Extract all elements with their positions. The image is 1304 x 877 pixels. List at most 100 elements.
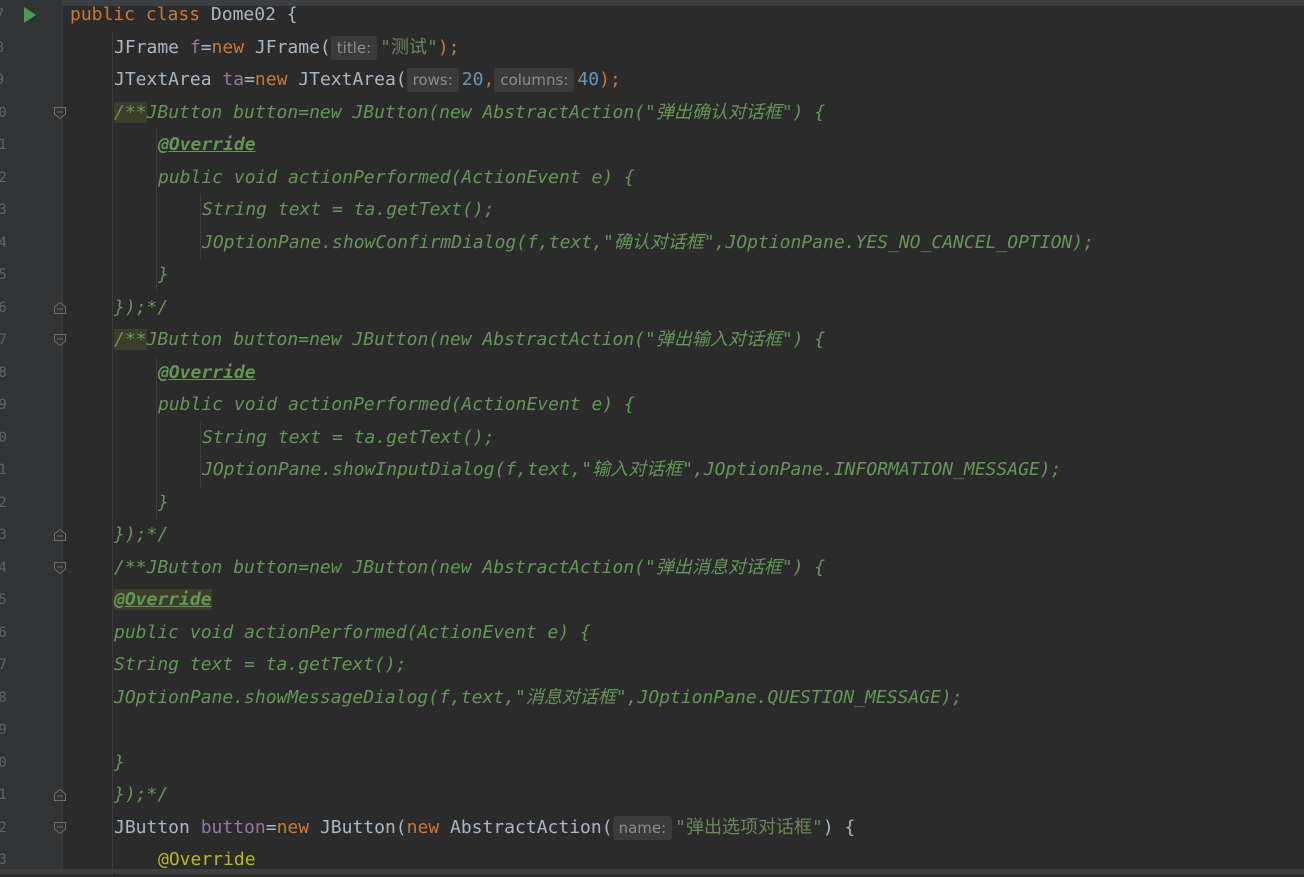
- fold-close-icon[interactable]: [53, 528, 67, 542]
- code-line[interactable]: 21 JOptionPane.showInputDialog(f,text,"输入…: [0, 454, 1304, 486]
- run-icon[interactable]: [24, 7, 36, 23]
- code-text[interactable]: }: [114, 747, 125, 779]
- code-line[interactable]: 27 String text = ta.getText();: [0, 649, 1304, 681]
- code-token: JButton: [114, 816, 201, 838]
- code-line[interactable]: 19 public void actionPerformed(ActionEven…: [0, 389, 1304, 421]
- code-token: "测试": [380, 36, 438, 58]
- code-token: JOptionPane.showMessageDialog(f,text,"消息…: [114, 686, 963, 708]
- fold-close-icon[interactable]: [53, 788, 67, 802]
- code-text[interactable]: public void actionPerformed(ActionEvent …: [114, 617, 591, 649]
- code-text[interactable]: JTextArea ta=new JTextArea(rows: 20, colum…: [114, 64, 621, 96]
- line-number: 21: [0, 462, 7, 478]
- code-token: String text = ta.getText();: [114, 654, 407, 675]
- code-text[interactable]: JOptionPane.showConfirmDialog(f,text,"确认…: [202, 227, 1094, 259]
- fold-close-icon[interactable]: [53, 301, 67, 315]
- code-text[interactable]: });*/: [114, 292, 168, 324]
- code-text[interactable]: }: [158, 487, 169, 519]
- code-token: Dome02 {: [210, 4, 298, 25]
- code-token: /**JButton button=new JButton(new Abstra…: [114, 556, 826, 578]
- code-text[interactable]: JButton button=new JButton(new AbstractA…: [114, 812, 855, 844]
- code-token: JButton button=new JButton(new AbstractA…: [146, 101, 826, 123]
- code-line[interactable]: 9 JTextArea ta=new JTextArea(rows:20,colu…: [0, 64, 1304, 96]
- code-line[interactable]: 7 public class Dome02 {: [0, 0, 1304, 31]
- code-line[interactable]: 22}: [0, 487, 1304, 519]
- code-token: AbstractAction(: [450, 816, 613, 838]
- code-token: }: [158, 264, 169, 285]
- fold-open-icon[interactable]: [53, 333, 67, 347]
- code-text[interactable]: /**JButton button=new JButton(new Abstra…: [114, 552, 825, 584]
- code-token: });*/: [114, 524, 169, 545]
- code-token: );: [599, 69, 621, 90]
- code-token: =: [244, 69, 255, 90]
- code-text[interactable]: JOptionPane.showMessageDialog(f,text,"消息…: [114, 682, 963, 714]
- code-text[interactable]: String text = ta.getText();: [202, 422, 495, 454]
- line-number: 14: [0, 234, 7, 251]
- code-token: "弹出选项对话框": [675, 816, 823, 838]
- line-number: 29: [0, 722, 7, 738]
- code-token: new: [276, 816, 320, 838]
- code-text[interactable]: public class Dome02 {: [70, 0, 298, 31]
- code-line[interactable]: 32 JButton button=new JButton(new Abstrac…: [0, 812, 1304, 844]
- code-line[interactable]: 15}: [0, 259, 1304, 291]
- code-token: String text = ta.getText();: [202, 426, 495, 448]
- line-number: 10: [0, 104, 7, 121]
- code-text[interactable]: @Override: [114, 584, 212, 616]
- line-number: 17: [0, 332, 7, 348]
- code-token: /**: [114, 101, 147, 123]
- code-line[interactable]: 29: [0, 714, 1304, 746]
- parameter-hint: name:: [612, 815, 673, 840]
- line-number: 32: [0, 819, 7, 836]
- code-line[interactable]: 17 /**JButton button=new JButton(new Abst…: [0, 324, 1304, 356]
- code-token: JButton button=new JButton(new AbstractA…: [146, 329, 826, 350]
- code-line[interactable]: 18 @Override: [0, 357, 1304, 389]
- line-number: 9: [0, 64, 4, 96]
- code-line[interactable]: 25 @Override: [0, 584, 1304, 616]
- code-text[interactable]: JFrame f=new JFrame(title: "测试");: [114, 32, 460, 64]
- parameter-hint: columns:: [494, 68, 575, 92]
- code-token: @Override: [158, 134, 256, 155]
- line-number: 15: [0, 267, 7, 283]
- code-text[interactable]: }: [158, 259, 169, 291]
- code-line[interactable]: 16});*/: [0, 292, 1304, 324]
- fold-open-icon[interactable]: [53, 561, 67, 575]
- code-line[interactable]: 20 String text = ta.getText();: [0, 422, 1304, 454]
- code-line[interactable]: 30}: [0, 747, 1304, 779]
- code-token: );: [437, 36, 460, 58]
- line-number: 19: [0, 397, 7, 413]
- code-text[interactable]: });*/: [114, 779, 168, 811]
- code-token: });*/: [114, 296, 169, 318]
- code-token: new: [406, 816, 450, 838]
- code-token: JFrame(: [254, 36, 331, 58]
- code-token: public class: [70, 4, 211, 25]
- code-text[interactable]: });*/: [114, 519, 168, 551]
- code-line[interactable]: 13 String text = ta.getText();: [0, 194, 1304, 226]
- code-line[interactable]: 26 public void actionPerformed(ActionEven…: [0, 617, 1304, 649]
- code-line[interactable]: 11 @Override: [0, 129, 1304, 161]
- code-text[interactable]: @Override: [158, 129, 256, 161]
- code-token: new: [254, 69, 299, 90]
- line-number: 23: [0, 527, 7, 543]
- code-token: ,: [483, 69, 495, 90]
- code-token: @Override: [158, 849, 256, 870]
- code-text[interactable]: @Override: [158, 357, 256, 389]
- code-text[interactable]: JOptionPane.showInputDialog(f,text,"输入对话…: [202, 454, 1061, 486]
- code-line[interactable]: 28 JOptionPane.showMessageDialog(f,text,"…: [0, 682, 1304, 714]
- code-text[interactable]: /**JButton button=new JButton(new Abstra…: [114, 97, 825, 129]
- code-token: }: [158, 491, 169, 513]
- code-text[interactable]: String text = ta.getText();: [202, 194, 495, 226]
- code-token: @Override: [114, 589, 212, 610]
- code-line[interactable]: 10 /**JButton button=new JButton(new Abst…: [0, 97, 1304, 129]
- fold-open-icon[interactable]: [53, 821, 67, 835]
- code-line[interactable]: 8 JFrame f=new JFrame(title:"测试");: [0, 32, 1304, 64]
- code-line[interactable]: 24 /**JButton button=new JButton(new Abst…: [0, 552, 1304, 584]
- code-text[interactable]: public void actionPerformed(ActionEvent …: [158, 389, 635, 421]
- code-text[interactable]: /**JButton button=new JButton(new Abstra…: [114, 324, 825, 356]
- code-line[interactable]: 23 });*/: [0, 519, 1304, 551]
- code-line[interactable]: 14 JOptionPane.showConfirmDialog(f,text,"…: [0, 227, 1304, 259]
- fold-open-icon[interactable]: [53, 106, 67, 120]
- code-line[interactable]: 12 public void actionPerformed(ActionEven…: [0, 162, 1304, 194]
- code-line[interactable]: 31});*/: [0, 779, 1304, 811]
- code-editor[interactable]: 7public class Dome02 {8JFrame f=new JFra…: [0, 0, 1304, 877]
- code-text[interactable]: public void actionPerformed(ActionEvent …: [158, 162, 635, 194]
- code-text[interactable]: String text = ta.getText();: [114, 649, 407, 681]
